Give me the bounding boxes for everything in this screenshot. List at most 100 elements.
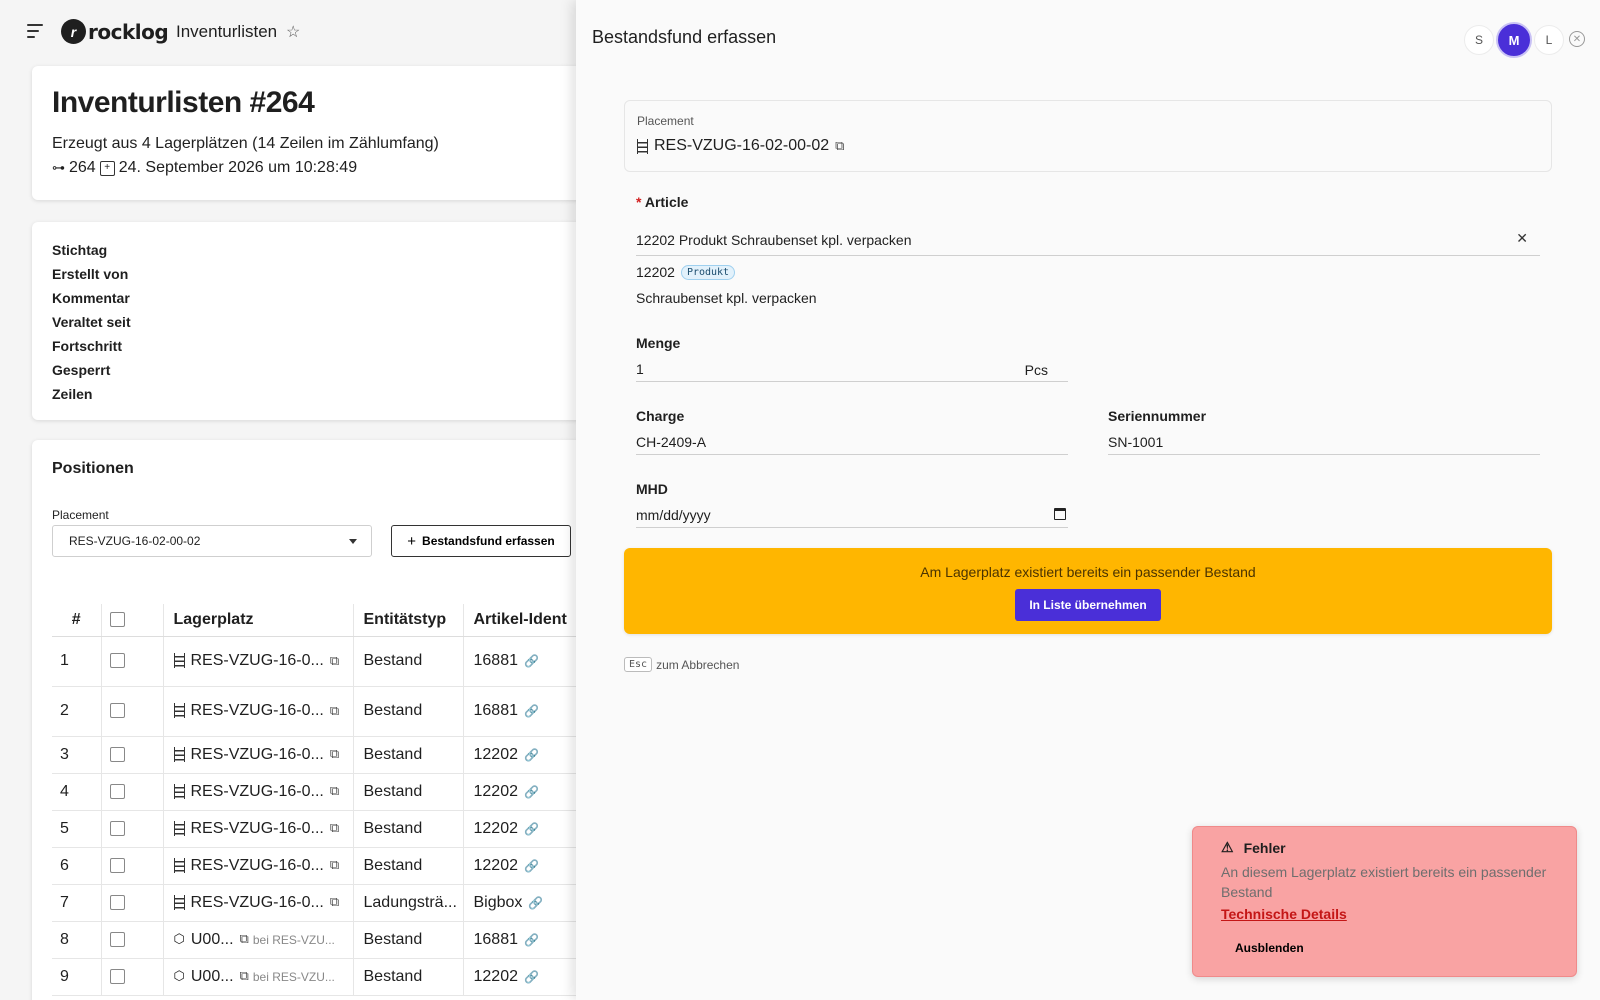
article-ident-value[interactable]: 12202 <box>474 746 519 763</box>
row-number: 5 <box>52 810 102 848</box>
copy-icon[interactable]: ⧉ <box>330 857 339 873</box>
row-select-cell <box>101 636 164 687</box>
lagerplatz-value[interactable]: RES-VZUG-16-0... <box>191 783 324 800</box>
close-icon[interactable]: ✕ <box>1569 31 1585 47</box>
article-ident-value[interactable]: 12202 <box>474 857 519 874</box>
col-header-num[interactable]: # <box>52 604 102 637</box>
row-checkbox[interactable] <box>109 931 125 947</box>
placement-label: Placement <box>637 114 694 128</box>
lagerplatz-value[interactable]: RES-VZUG-16-0... <box>191 820 324 837</box>
size-s-button[interactable]: S <box>1464 25 1494 55</box>
lagerplatz-value[interactable]: U00... <box>191 968 234 985</box>
table-row[interactable]: 6 RES-VZUG-16-0... ⧉ Bestand 12202 🔗 <box>52 847 592 885</box>
key-icon: ⊶ <box>52 160 65 175</box>
article-ident-cell: 12202 🔗 <box>463 958 592 996</box>
article-ident-cell: 16881 🔗 <box>463 686 592 737</box>
table-row[interactable]: 7 RES-VZUG-16-0... ⧉ Ladungsträ... Bigbox 🔗 <box>52 884 592 922</box>
table-row[interactable]: 3 RES-VZUG-16-0... ⧉ Bestand 12202 🔗 <box>52 736 592 774</box>
lagerplatz-value[interactable]: RES-VZUG-16-0... <box>191 652 324 669</box>
menge-input[interactable]: 1 Pcs <box>636 356 1068 382</box>
row-checkbox[interactable] <box>109 857 125 873</box>
lagerplatz-cell: RES-VZUG-16-0... ⧉ <box>163 847 354 885</box>
row-number: 3 <box>52 736 102 774</box>
copy-icon[interactable]: ⧉ <box>330 746 339 762</box>
col-header-lagerplatz[interactable]: Lagerplatz <box>163 604 354 637</box>
copy-icon[interactable]: ⧉ <box>240 968 249 984</box>
col-header-artikel-ident[interactable]: Artikel-Ident <box>463 604 592 637</box>
add-stock-find-button[interactable]: + Bestandsfund erfassen <box>391 525 571 557</box>
link-icon[interactable]: 🔗 <box>524 933 539 947</box>
link-icon[interactable]: 🔗 <box>524 748 539 762</box>
row-checkbox[interactable] <box>109 894 125 910</box>
table-row[interactable]: 2 RES-VZUG-16-0... ⧉ Bestand 16881 🔗 <box>52 686 592 737</box>
lagerplatz-value[interactable]: RES-VZUG-16-0... <box>191 857 324 874</box>
link-icon[interactable]: 🔗 <box>524 822 539 836</box>
mhd-date-input[interactable]: mm/dd/yyyy <box>636 502 1068 528</box>
article-ident-value[interactable]: 12202 <box>474 820 519 837</box>
plus-icon: + <box>407 532 417 550</box>
lagerplatz-value[interactable]: RES-VZUG-16-0... <box>191 702 324 719</box>
logo[interactable]: r rocklog <box>61 19 169 44</box>
star-icon[interactable]: ☆ <box>286 22 300 42</box>
menu-icon[interactable] <box>27 24 43 38</box>
package-icon: ⬡ <box>173 968 185 984</box>
technical-details-link[interactable]: Technische Details <box>1221 906 1347 922</box>
row-checkbox[interactable] <box>109 703 125 719</box>
copy-icon[interactable]: ⧉ <box>330 820 339 836</box>
clear-icon[interactable]: ✕ <box>1516 230 1528 247</box>
col-header-entitaetstyp[interactable]: Entitätstyp <box>353 604 464 637</box>
placement-card: Placement RES-VZUG-16-02-00-02 ⧉ <box>624 100 1552 172</box>
dismiss-button[interactable]: Ausblenden <box>1225 933 1314 963</box>
link-icon[interactable]: 🔗 <box>524 859 539 873</box>
row-checkbox[interactable] <box>109 968 125 984</box>
article-ident-value[interactable]: 16881 <box>474 652 519 669</box>
entity-type-cell: Bestand <box>353 810 464 848</box>
link-icon[interactable]: 🔗 <box>528 896 543 910</box>
take-over-button[interactable]: In Liste übernehmen <box>1015 589 1161 621</box>
row-checkbox[interactable] <box>109 783 125 799</box>
table-row[interactable]: 1 RES-VZUG-16-0... ⧉ Bestand 16881 🔗 <box>52 636 592 687</box>
link-icon[interactable]: 🔗 <box>524 785 539 799</box>
size-l-button[interactable]: L <box>1534 25 1564 55</box>
article-input[interactable]: 12202 Produkt Schraubenset kpl. verpacke… <box>636 224 1540 256</box>
table-row[interactable]: 4 RES-VZUG-16-0... ⧉ Bestand 12202 🔗 <box>52 773 592 811</box>
calendar-icon[interactable] <box>1054 508 1066 520</box>
placement-value: RES-VZUG-16-02-00-02 <box>654 137 830 154</box>
lagerplatz-value[interactable]: RES-VZUG-16-0... <box>191 894 324 911</box>
table-row[interactable]: 8 ⬡ U00... ⧉ bei RES-VZU... Bestand 16881 🔗 <box>52 921 592 959</box>
table-row[interactable]: 9 ⬡ U00... ⧉ bei RES-VZU... Bestand 12202 🔗 <box>52 958 592 996</box>
article-ident-cell: 12202 🔗 <box>463 736 592 774</box>
article-ident-value[interactable]: 16881 <box>474 702 519 719</box>
lagerplatz-value[interactable]: RES-VZUG-16-0... <box>191 746 324 763</box>
article-ident-value[interactable]: 16881 <box>474 931 519 948</box>
charge-input[interactable]: CH-2409-A <box>636 429 1068 455</box>
select-all-checkbox[interactable] <box>109 612 125 628</box>
row-checkbox[interactable] <box>109 820 125 836</box>
row-checkbox[interactable] <box>109 653 125 669</box>
page-title: Inventurlisten #264 <box>52 86 315 119</box>
article-ident-value[interactable]: 12202 <box>474 783 519 800</box>
lagerplatz-value[interactable]: U00... <box>191 931 234 948</box>
copy-icon[interactable]: ⧉ <box>330 653 339 669</box>
row-checkbox[interactable] <box>109 746 125 762</box>
copy-icon[interactable]: ⧉ <box>835 138 844 154</box>
table-row[interactable]: 5 RES-VZUG-16-0... ⧉ Bestand 12202 🔗 <box>52 810 592 848</box>
link-icon[interactable]: 🔗 <box>524 704 539 718</box>
article-ident-cell: 12202 🔗 <box>463 847 592 885</box>
property-label: Erstellt von <box>52 266 129 282</box>
article-input-value: 12202 Produkt Schraubenset kpl. verpacke… <box>636 231 912 248</box>
copy-icon[interactable]: ⧉ <box>240 931 249 947</box>
link-icon[interactable]: 🔗 <box>524 970 539 984</box>
size-m-button[interactable]: M <box>1496 22 1532 58</box>
serial-input[interactable]: SN-1001 <box>1108 429 1540 455</box>
article-ident-value[interactable]: 12202 <box>474 968 519 985</box>
copy-icon[interactable]: ⧉ <box>330 703 339 719</box>
placement-select[interactable]: RES-VZUG-16-02-00-02 <box>52 525 372 557</box>
article-ident-cell: Bigbox 🔗 <box>463 884 592 922</box>
copy-icon[interactable]: ⧉ <box>330 894 339 910</box>
article-ident-value[interactable]: Bigbox <box>474 894 523 911</box>
location-hint: bei RES-VZU... <box>252 932 335 947</box>
copy-icon[interactable]: ⧉ <box>330 783 339 799</box>
link-icon[interactable]: 🔗 <box>524 654 539 668</box>
table-header-row: # Lagerplatz Entitätstyp Artikel-Ident <box>52 604 592 637</box>
